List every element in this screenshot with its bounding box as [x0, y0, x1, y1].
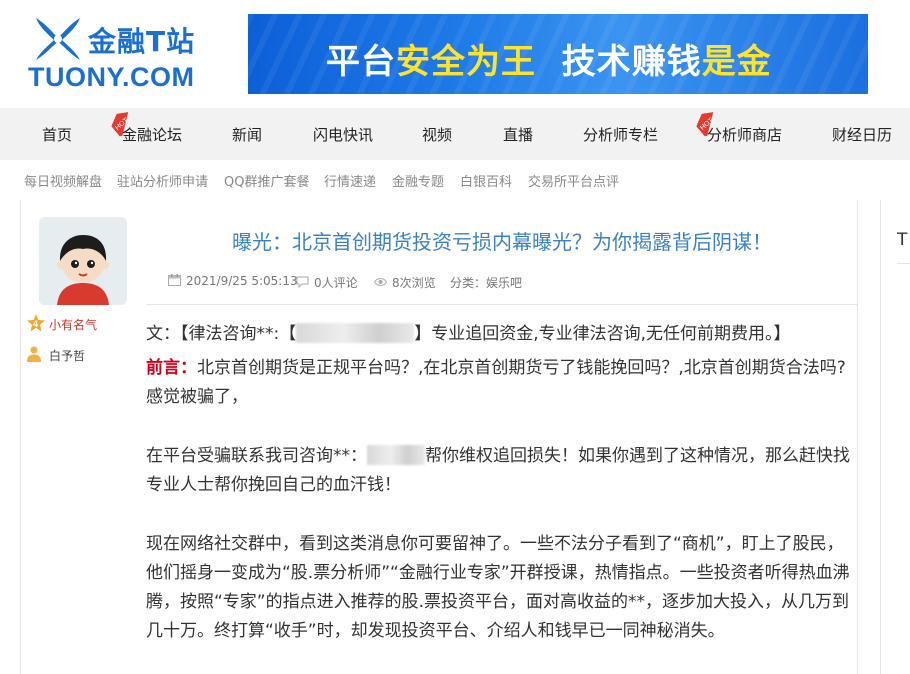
redacted-contact	[296, 323, 415, 343]
eye-icon	[374, 278, 387, 286]
avatar-cartoon-icon	[39, 217, 127, 305]
calendar-icon	[168, 274, 181, 286]
sidebar-divider	[897, 263, 910, 264]
sub-nav: 每日视频解盘 驻站分析师申请 QQ群推广套餐 行情速递 金融专题 白银百科 交易…	[0, 160, 910, 198]
nav-item-calendar[interactable]: 财经日历	[832, 108, 892, 160]
subnav-item[interactable]: 白银百科	[460, 171, 512, 190]
subnav-item[interactable]: 金融专题	[392, 171, 444, 190]
logo-en-text: TUONY.COM	[28, 62, 195, 92]
nav-item-video[interactable]: 视频	[422, 108, 452, 160]
nav-item-analyst-column[interactable]: 分析师专栏	[583, 108, 658, 160]
nav-item-live[interactable]: 直播	[503, 108, 533, 160]
author-panel: 4 小有名气 白予哲	[20, 200, 146, 674]
meta-divider	[146, 304, 857, 305]
meta-comments[interactable]: 0人评论	[296, 274, 358, 292]
article-meta: 2021/9/25 5:05:13 0人评论 8次浏览 分类：娱乐吧	[168, 274, 857, 292]
avatar[interactable]	[39, 217, 127, 305]
article-paragraph: 现在网络社交群中，看到这类消息你可要留神了。一些不法分子看到了“商机”，盯上了股…	[146, 534, 850, 641]
sidebar-heading: T	[897, 230, 908, 250]
nav-item-home[interactable]: 首页	[42, 108, 72, 160]
meta-category[interactable]: 分类：娱乐吧	[450, 274, 522, 292]
subnav-item[interactable]: 行情速递	[324, 171, 376, 190]
nav-item-news[interactable]: 新闻	[232, 108, 262, 160]
right-sidebar: T	[880, 200, 910, 674]
user-rank: 4 小有名气	[27, 314, 147, 334]
hot-badge-icon: HOT	[110, 104, 136, 139]
site-header: 金融T站 TUONY.COM 平台安全为王 技术赚钱是金	[0, 0, 910, 108]
svg-text:4: 4	[33, 319, 38, 329]
main-nav: 首页 HOT 金融论坛 新闻 闪电快讯 视频 直播 分析师专栏 HOT 分析师商…	[0, 108, 910, 160]
article-panel: 楼主 曝光：北京首创期货投资亏损内幕曝光？为你揭露背后阴谋！ 2021/9/25…	[146, 200, 858, 674]
subnav-item[interactable]: 交易所平台点评	[528, 171, 619, 190]
subnav-item[interactable]: 每日视频解盘	[24, 171, 102, 190]
article-paragraph: 文：【律法咨询**:【 】专业追回资金,专业律法咨询,无任何前期费用。】	[146, 323, 791, 344]
nav-item-forum[interactable]: HOT 金融论坛	[111, 108, 182, 160]
site-logo[interactable]: 金融T站 TUONY.COM	[28, 12, 218, 96]
hot-badge-icon: HOT	[695, 104, 721, 139]
rank-name: 小有名气	[49, 318, 98, 332]
logo-cn-text: 金融T站	[88, 25, 196, 58]
meta-views: 8次浏览	[374, 274, 436, 292]
author-name[interactable]: 白予哲	[49, 347, 85, 364]
redacted-contact	[367, 445, 425, 465]
banner-slogan: 平台安全为王 技术赚钱是金	[326, 42, 772, 82]
author-info: 白予哲	[27, 346, 147, 364]
article-lead: 前言：北京首创期货是正规平台吗？,在北京首创期货亏了钱能挽回吗？,北京首创期货合…	[146, 358, 846, 407]
rank-star-icon: 4	[27, 314, 45, 332]
subnav-item[interactable]: 驻站分析师申请	[117, 171, 208, 190]
article-title: 曝光：北京首创期货投资亏损内幕曝光？为你揭露背后阴谋！	[232, 230, 772, 254]
nav-item-analyst-store[interactable]: HOT 分析师商店	[696, 108, 782, 160]
logo-x-icon	[36, 18, 80, 60]
header-banner[interactable]: 平台安全为王 技术赚钱是金	[248, 14, 868, 94]
article-paragraph: 在平台受骗联系我司咨询**： 帮你维权追回损失！如果你遇到了这种情况，那么赶快找专…	[146, 445, 850, 495]
user-icon	[27, 346, 41, 362]
comment-icon	[296, 276, 309, 288]
meta-date: 2021/9/25 5:05:13	[168, 274, 298, 292]
nav-item-flash[interactable]: 闪电快讯	[313, 108, 373, 160]
subnav-item[interactable]: QQ群推广套餐	[224, 171, 309, 190]
